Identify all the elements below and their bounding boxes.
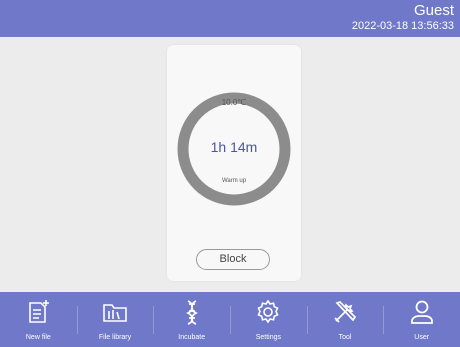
nav-label: Settings bbox=[255, 334, 281, 341]
current-user[interactable]: Guest bbox=[414, 2, 454, 19]
nav-tool[interactable]: Tool bbox=[306, 292, 384, 347]
nav-label: Incubate bbox=[178, 334, 206, 341]
bottom-nav: New file File library Incubate Settings … bbox=[0, 292, 460, 347]
nav-label: Tool bbox=[338, 334, 352, 341]
nav-new-file[interactable]: New file bbox=[0, 292, 77, 347]
nav-file-library[interactable]: File library bbox=[76, 292, 154, 347]
block-button[interactable]: Block bbox=[196, 249, 270, 270]
nav-settings[interactable]: Settings bbox=[230, 292, 307, 347]
status-card: 10.0℃ 1h 14m Warm up Block bbox=[167, 45, 301, 281]
tools-icon bbox=[334, 301, 357, 323]
timer-readout: 1h 14m bbox=[210, 139, 258, 155]
nav-label: User bbox=[414, 334, 430, 341]
nav-label: File library bbox=[98, 334, 132, 341]
nav-label: New file bbox=[25, 334, 51, 341]
gear-icon bbox=[257, 299, 279, 324]
temperature-readout: 10.0℃ bbox=[221, 98, 247, 107]
stage-label: Warm up bbox=[221, 178, 247, 184]
user-icon bbox=[410, 300, 433, 324]
new-file-icon bbox=[29, 300, 50, 323]
top-bar: Guest 2022-03-18 13:56:33 bbox=[0, 0, 460, 37]
nav-incubate[interactable]: Incubate bbox=[153, 292, 230, 347]
nav-user[interactable]: User bbox=[383, 292, 460, 347]
folder-icon bbox=[103, 304, 127, 322]
main-content: 10.0℃ 1h 14m Warm up Block bbox=[0, 37, 460, 292]
datetime: 2022-03-18 13:56:33 bbox=[351, 20, 454, 32]
dna-icon bbox=[185, 300, 198, 325]
